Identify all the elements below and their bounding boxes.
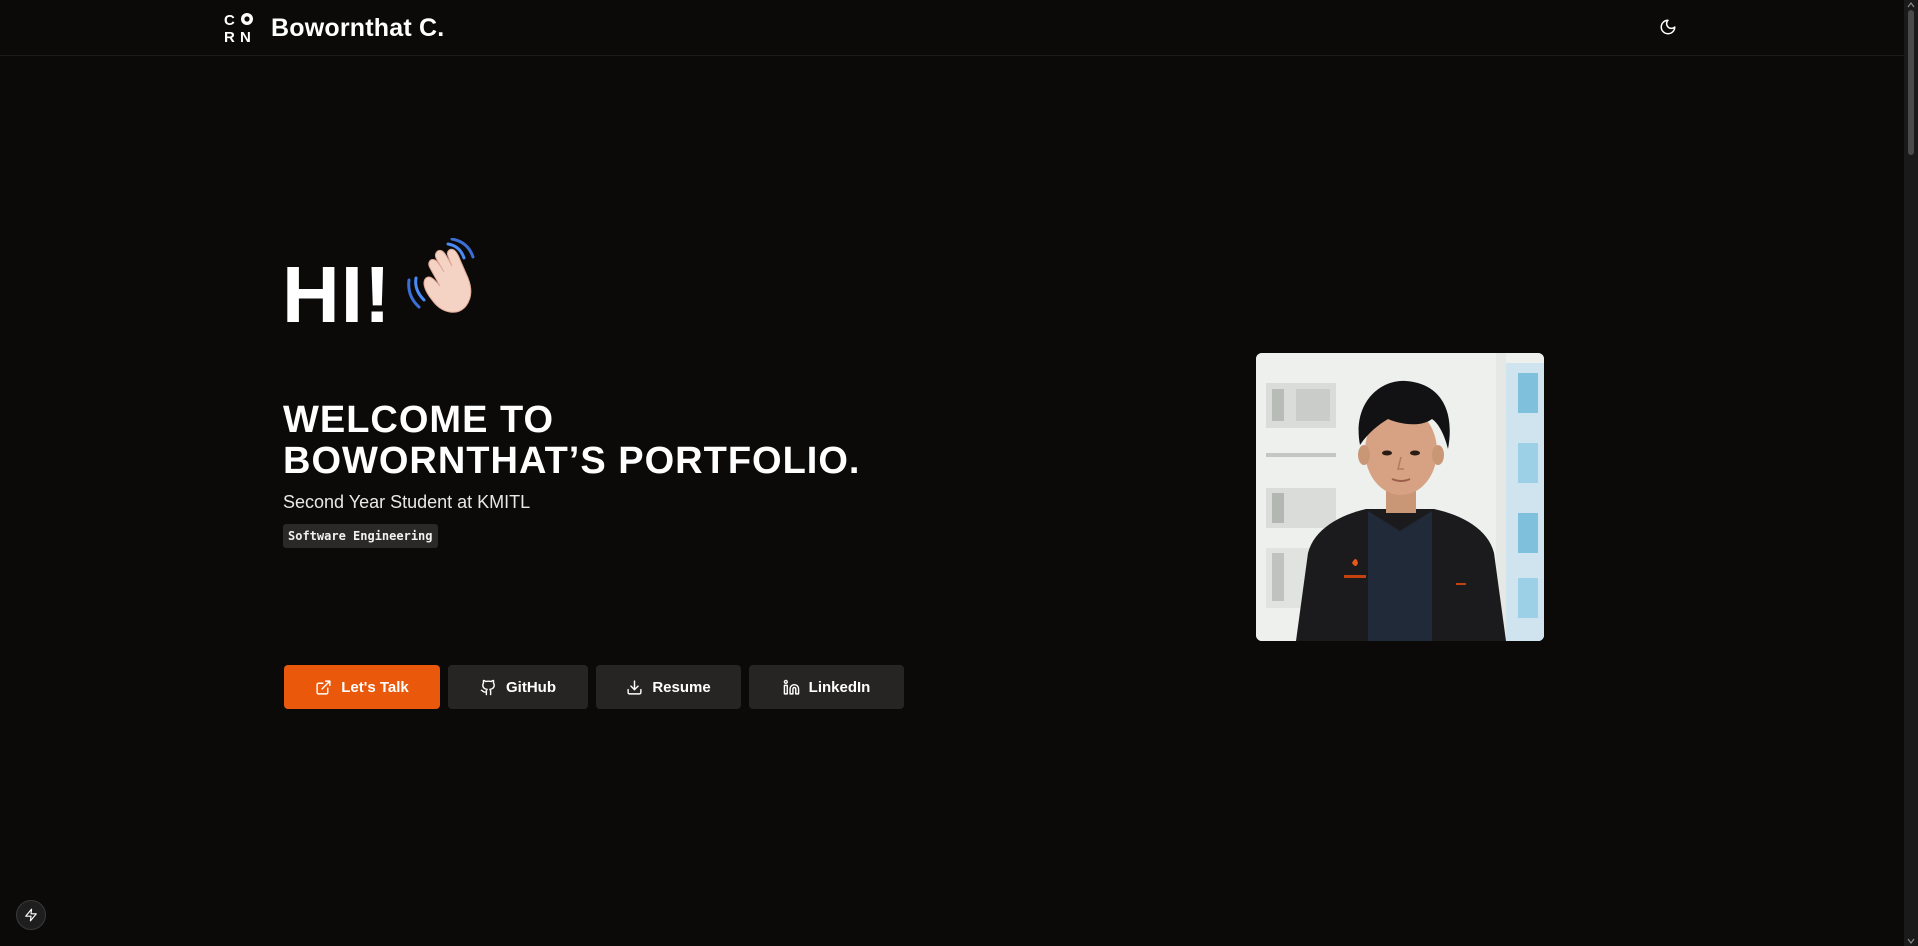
lightning-badge-button[interactable] (16, 900, 46, 930)
moon-icon (1660, 19, 1676, 35)
github-label: GitHub (506, 678, 556, 696)
resume-label: Resume (652, 678, 711, 696)
linkedin-label: LinkedIn (808, 678, 871, 696)
svg-text:R: R (224, 29, 235, 45)
resume-button[interactable]: Resume (596, 665, 741, 709)
lightning-icon (25, 908, 37, 922)
waving-hand-icon (406, 238, 475, 313)
svg-text:N: N (240, 29, 251, 45)
profile-photo (1256, 353, 1544, 641)
greeting-row: HI! (282, 238, 486, 340)
major-tag: Software Engineering (283, 524, 438, 548)
svg-text:C: C (224, 12, 235, 29)
theme-toggle-button[interactable] (1654, 13, 1682, 41)
welcome-heading: WELCOME TO BOWORNTHAT’S PORTFOLIO. (283, 400, 860, 482)
linkedin-icon (783, 679, 799, 695)
lets-talk-button[interactable]: Let's Talk (284, 665, 440, 709)
scroll-down-arrow-icon[interactable] (1907, 937, 1915, 945)
github-button[interactable]: GitHub (448, 665, 588, 709)
page-scrollbar[interactable] (1904, 0, 1918, 946)
subtitle: Second Year Student at KMITL (283, 492, 531, 512)
top-navbar: C R N Bowornthat C. (0, 0, 1904, 56)
external-link-icon (316, 679, 331, 695)
site-brand[interactable]: Bowornthat C. (271, 13, 444, 43)
linkedin-button[interactable]: LinkedIn (749, 665, 904, 709)
corn-logo[interactable]: C R N (223, 11, 257, 45)
github-icon (480, 679, 495, 695)
welcome-line-1: WELCOME TO (283, 399, 555, 441)
greeting-heading: HI! (282, 250, 392, 339)
download-icon (627, 679, 642, 695)
scrollbar-thumb[interactable] (1908, 10, 1914, 155)
page: C R N Bowornthat C. HI! WELCOME TO BOWOR… (0, 0, 1918, 946)
scroll-up-arrow-icon[interactable] (1907, 1, 1915, 9)
lets-talk-label: Let's Talk (341, 678, 409, 696)
action-buttons: Let's Talk GitHub Resume LinkedIn (284, 665, 904, 709)
welcome-line-2: BOWORNTHAT’S PORTFOLIO. (283, 440, 861, 482)
